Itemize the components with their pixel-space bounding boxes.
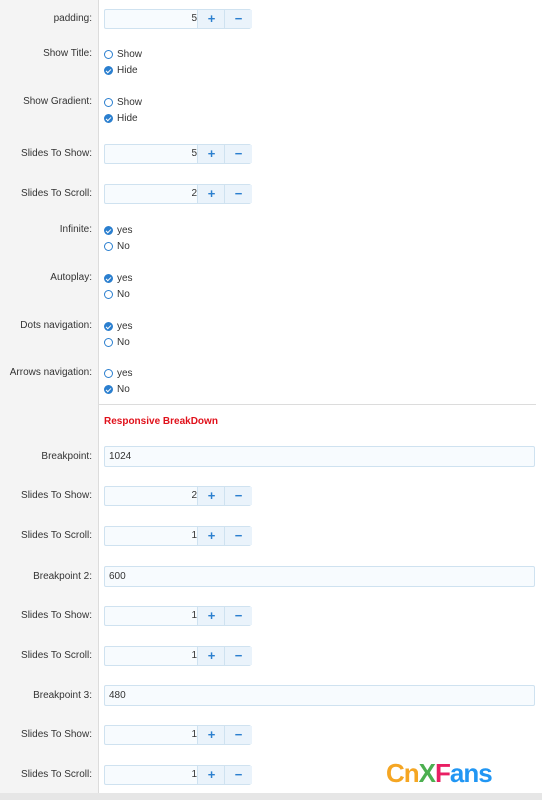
slides-to-scroll-stepper: 2 + − <box>104 184 252 204</box>
breakpoint-2-input[interactable]: 600 <box>104 566 535 587</box>
breakpoint-3-input[interactable]: 480 <box>104 685 535 706</box>
padding-stepper: 5 + − <box>104 9 252 29</box>
breakpoint-2-scroll-increment-button[interactable]: + <box>197 647 225 665</box>
slides-to-show-increment-button[interactable]: + <box>197 145 225 163</box>
breakpoint-2-slides-to-scroll-label: Slides To Scroll: <box>21 650 92 661</box>
breakpoint-1-slides-to-show-label: Slides To Show: <box>21 490 92 501</box>
radio-label: No <box>117 337 130 348</box>
breakpoint-1-scroll-increment-button[interactable]: + <box>197 527 225 545</box>
radio-label: No <box>117 289 130 300</box>
bottom-bar <box>0 793 542 800</box>
breakpoint-3-scroll-increment-button[interactable]: + <box>197 766 225 784</box>
radio-label: yes <box>117 321 133 332</box>
radio-label: No <box>117 384 130 395</box>
breakpoint-3-slides-to-scroll-stepper: 1 + − <box>104 765 252 785</box>
slides-to-show-decrement-button[interactable]: − <box>224 145 252 163</box>
padding-increment-button[interactable]: + <box>197 10 225 28</box>
breakpoint-2-show-increment-button[interactable]: + <box>197 607 225 625</box>
logo-letter: s <box>478 758 493 788</box>
breakpoint-1-show-decrement-button[interactable]: − <box>224 487 252 505</box>
radio-unchecked-icon <box>104 98 113 107</box>
breakpoint-2-slides-to-scroll-stepper: 1 + − <box>104 646 252 666</box>
arrows-navigation-label: Arrows navigation: <box>9 367 92 378</box>
breakpoint-3-slides-to-scroll-value[interactable]: 1 <box>105 766 197 784</box>
breakpoint-1-slides-to-scroll-value[interactable]: 1 <box>105 527 197 545</box>
slides-to-show-stepper: 5 + − <box>104 144 252 164</box>
slides-to-show-value[interactable]: 5 <box>105 145 197 163</box>
autoplay-label: Autoplay: <box>50 272 92 283</box>
breakpoint-3-label: Breakpoint 3: <box>33 690 92 701</box>
radio-unchecked-icon <box>104 290 113 299</box>
radio-unchecked-icon <box>104 50 113 59</box>
breakpoint-3-slides-to-show-value[interactable]: 1 <box>105 726 197 744</box>
slides-to-scroll-label: Slides To Scroll: <box>21 188 92 199</box>
breakpoint-1-slides-to-show-value[interactable]: 2 <box>105 487 197 505</box>
padding-decrement-button[interactable]: − <box>224 10 252 28</box>
breakpoint-1-label: Breakpoint: <box>41 451 92 462</box>
breakpoint-3-slides-to-scroll-label: Slides To Scroll: <box>21 769 92 780</box>
slides-to-show-label: Slides To Show: <box>21 148 92 159</box>
breakpoint-1-show-increment-button[interactable]: + <box>197 487 225 505</box>
slides-to-scroll-decrement-button[interactable]: − <box>224 185 252 203</box>
breakpoint-2-slides-to-show-label: Slides To Show: <box>21 610 92 621</box>
logo-letter: F <box>435 758 451 788</box>
show-gradient-label: Show Gradient: <box>23 96 92 107</box>
radio-unchecked-icon <box>104 338 113 347</box>
breakpoint-3-scroll-decrement-button[interactable]: − <box>224 766 252 784</box>
breakpoint-1-input[interactable]: 1024 <box>104 446 535 467</box>
radio-label: Hide <box>117 65 138 76</box>
logo-letter: C <box>386 758 405 788</box>
slides-to-scroll-increment-button[interactable]: + <box>197 185 225 203</box>
infinite-label: Infinite: <box>59 224 92 235</box>
breakpoint-2-slides-to-scroll-value[interactable]: 1 <box>105 647 197 665</box>
radio-checked-icon <box>104 114 113 123</box>
breakpoint-3-show-decrement-button[interactable]: − <box>224 726 252 744</box>
radio-label: yes <box>117 273 133 284</box>
breakpoint-3-slides-to-show-label: Slides To Show: <box>21 729 92 740</box>
breakpoint-1-scroll-decrement-button[interactable]: − <box>224 527 252 545</box>
padding-label: padding: <box>53 13 92 24</box>
dots-navigation-label: Dots navigation: <box>20 320 92 331</box>
slides-to-scroll-value[interactable]: 2 <box>105 185 197 203</box>
padding-value[interactable]: 5 <box>105 10 197 28</box>
radio-checked-icon <box>104 66 113 75</box>
radio-unchecked-icon <box>104 242 113 251</box>
breakpoint-2-label: Breakpoint 2: <box>33 571 92 582</box>
radio-label: Show <box>117 49 143 60</box>
label-column <box>0 0 99 800</box>
logo-letter: n <box>463 758 479 788</box>
radio-checked-icon <box>104 322 113 331</box>
breakpoint-3-slides-to-show-stepper: 1 + − <box>104 725 252 745</box>
logo-letter: a <box>449 758 465 788</box>
radio-checked-icon <box>104 226 113 235</box>
breakpoint-3-show-increment-button[interactable]: + <box>197 726 225 744</box>
cnxfans-logo: CnXFans <box>386 758 493 789</box>
breakpoint-2-slides-to-show-stepper: 1 + − <box>104 606 252 626</box>
radio-checked-icon <box>104 274 113 283</box>
radio-label: Show <box>117 97 143 108</box>
breakpoint-1-slides-to-scroll-label: Slides To Scroll: <box>21 530 92 541</box>
breakpoint-1-slides-to-scroll-stepper: 1 + − <box>104 526 252 546</box>
breakpoint-1-slides-to-show-stepper: 2 + − <box>104 486 252 506</box>
show-title-label: Show Title: <box>43 48 92 59</box>
radio-label: yes <box>117 368 133 379</box>
breakpoint-2-slides-to-show-value[interactable]: 1 <box>105 607 197 625</box>
section-title: Responsive BreakDown <box>104 416 218 427</box>
radio-label: Hide <box>117 113 138 124</box>
radio-unchecked-icon <box>104 369 113 378</box>
breakpoint-2-show-decrement-button[interactable]: − <box>224 607 252 625</box>
radio-label: yes <box>117 225 133 236</box>
breakpoint-2-scroll-decrement-button[interactable]: − <box>224 647 252 665</box>
radio-label: No <box>117 241 130 252</box>
section-divider <box>98 404 536 405</box>
logo-letter: X <box>418 758 436 788</box>
radio-checked-icon <box>104 385 113 394</box>
logo-letter: n <box>403 758 420 788</box>
